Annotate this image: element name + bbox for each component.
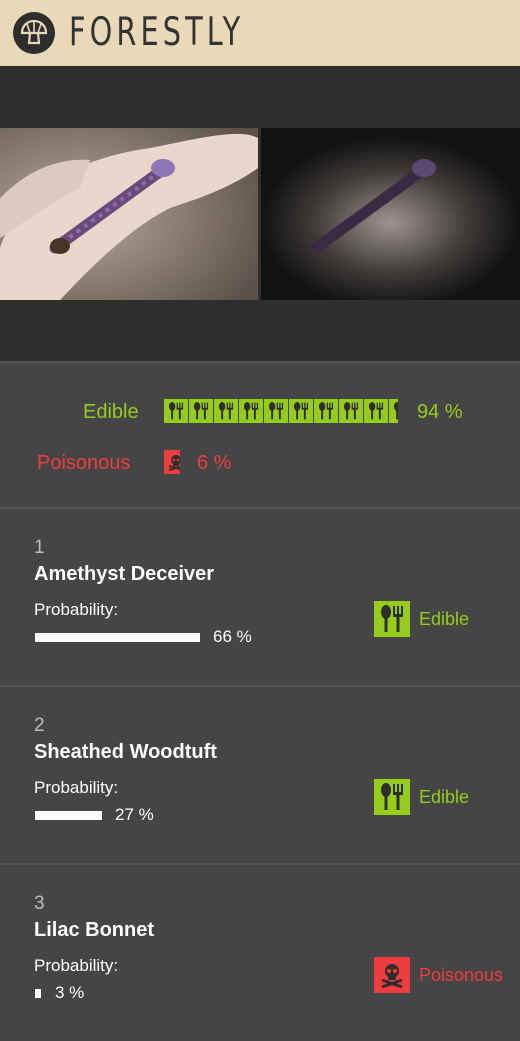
poisonous-percent: 6 % — [197, 452, 232, 474]
probability-bar — [35, 989, 41, 998]
cutlery-icon — [164, 399, 188, 423]
probability-percent: 66 % — [213, 627, 252, 646]
edible-percent: 94 % — [417, 401, 463, 423]
probability-label: Probability: — [34, 778, 119, 797]
cutlery-icon — [314, 399, 338, 423]
probability-bar — [35, 811, 102, 820]
result-rank: 1 — [34, 537, 45, 558]
skull-icon — [374, 957, 410, 993]
cutlery-icon — [214, 399, 238, 423]
result-item[interactable]: 1 Amethyst Deceiver Probability: 66 % Ed… — [0, 509, 520, 687]
probability-label: Probability: — [34, 600, 119, 619]
result-item[interactable]: 2 Sheathed Woodtuft Probability: 27 % Ed… — [0, 687, 520, 865]
edibility-label: Edible — [419, 786, 470, 807]
attention-map-photo — [261, 128, 520, 300]
results-list: 1 Amethyst Deceiver Probability: 66 % Ed… — [0, 509, 520, 1041]
poisonous-label: Poisonous — [37, 452, 131, 474]
result-item[interactable]: 3 Lilac Bonnet Probability: 3 % Poisonou… — [0, 865, 520, 1041]
edible-bar — [164, 399, 398, 423]
edibility-badge: Edible — [374, 779, 469, 815]
probability-percent: 27 % — [115, 805, 154, 824]
skull-icon — [164, 450, 180, 474]
cutlery-icon — [389, 399, 398, 423]
app-header: FORESTLY — [0, 0, 520, 66]
species-name: Sheathed Woodtuft — [34, 741, 217, 763]
result-rank: 3 — [34, 893, 45, 914]
edibility-label: Edible — [419, 608, 470, 629]
edibility-label: Poisonous — [419, 964, 504, 985]
edible-label: Edible — [83, 401, 139, 423]
edibility-badge: Edible — [374, 601, 469, 637]
species-name: Lilac Bonnet — [34, 919, 155, 941]
edibility-badge: Poisonous — [374, 957, 503, 993]
cutlery-icon — [374, 601, 410, 637]
mushroom-photo — [0, 128, 258, 300]
cutlery-icon — [339, 399, 363, 423]
species-name: Amethyst Deceiver — [34, 563, 215, 585]
mushroom-icon — [13, 12, 55, 54]
image-panel — [0, 66, 520, 363]
cutlery-icon — [289, 399, 313, 423]
cutlery-icon — [364, 399, 388, 423]
cutlery-icon — [374, 779, 410, 815]
probability-bar — [35, 633, 200, 642]
cutlery-icon — [239, 399, 263, 423]
probability-percent: 3 % — [55, 983, 85, 1002]
poisonous-bar — [164, 450, 180, 474]
cutlery-icon — [264, 399, 288, 423]
probability-label: Probability: — [34, 956, 119, 975]
app-title: FORESTLY — [69, 10, 245, 55]
result-rank: 2 — [34, 715, 45, 736]
classification-summary: Edible 94 % Poisonous 6 % — [0, 363, 520, 509]
cutlery-icon — [189, 399, 213, 423]
